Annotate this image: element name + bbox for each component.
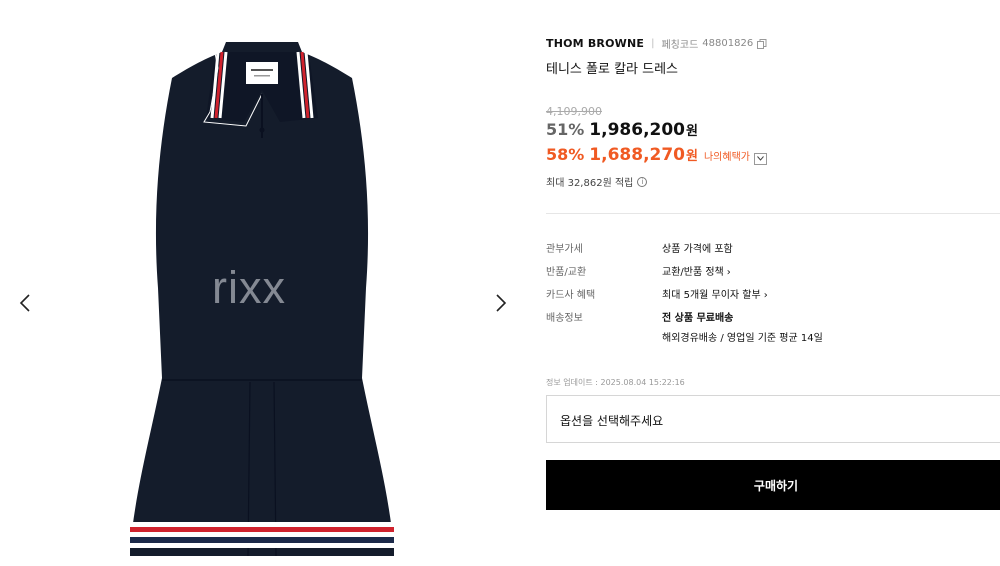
points-text: 최대 32,862원 적립 <box>546 178 634 189</box>
product-title: 테니스 폴로 칼라 드레스 <box>546 62 678 77</box>
buy-button[interactable]: 구매하기 <box>546 460 1000 510</box>
benefit-price-row: 58% 1,688,270 원 나의혜택가 <box>546 145 767 165</box>
chevron-right-icon: › <box>763 290 768 301</box>
watermark: rixx <box>212 262 286 313</box>
spec-label: 배송정보 <box>546 313 583 324</box>
brand-link[interactable]: THOM BROWNE <box>546 37 644 50</box>
points-info: 최대 32,862원 적립 i <box>546 174 648 189</box>
separator: | <box>651 38 655 49</box>
brand-row: THOM BROWNE | 페칭코드 48801826 <box>546 36 767 51</box>
chevron-right-icon: › <box>726 267 731 278</box>
chevron-right-icon <box>496 294 507 312</box>
benefit-price: 1,688,270 <box>589 145 686 165</box>
prev-image-button[interactable] <box>13 289 37 317</box>
sale-price-row: 51% 1,986,200 원 <box>546 120 698 140</box>
spec-value: 해외경유배송 / 영업일 기준 평균 14일 <box>662 333 823 344</box>
spec-value: 전 상품 무료배송 <box>662 313 734 324</box>
original-price: 4,109,900 <box>546 105 602 118</box>
update-timestamp: 정보 업데이트 : 2025.08.04 15:22:16 <box>546 378 685 387</box>
spec-label: 반품/교환 <box>546 267 587 278</box>
card-benefit-link[interactable]: 최대 5개월 무이자 할부 › <box>662 286 768 301</box>
copy-icon[interactable] <box>757 38 767 49</box>
chevron-left-icon <box>19 294 30 312</box>
return-policy-link[interactable]: 교환/반품 정책 › <box>662 263 731 278</box>
chevron-down-icon <box>757 156 764 161</box>
sale-price: 1,986,200 <box>589 120 686 140</box>
next-image-button[interactable] <box>489 289 513 317</box>
benefit-label: 나의혜택가 <box>703 152 750 163</box>
spec-label: 카드사 혜택 <box>546 290 596 301</box>
spec-label: 관부가세 <box>546 244 583 255</box>
benefit-discount-rate: 58% <box>546 145 585 164</box>
info-icon[interactable]: i <box>637 176 648 187</box>
return-policy-label: 교환/반품 정책 <box>662 267 724 278</box>
spec-value: 상품 가격에 포함 <box>662 244 733 255</box>
product-code: 48801826 <box>702 38 754 49</box>
option-select[interactable]: 옵션을 선택해주세요 <box>546 395 1000 443</box>
code-label: 페칭코드 <box>661 40 699 51</box>
currency-unit: 원 <box>686 124 698 139</box>
benefit-toggle-button[interactable] <box>753 152 767 165</box>
product-gallery: rixx <box>0 0 520 566</box>
card-benefit-label: 최대 5개월 무이자 할부 <box>662 290 761 301</box>
discount-rate: 51% <box>546 120 585 139</box>
currency-unit: 원 <box>686 149 698 164</box>
product-info: THOM BROWNE | 페칭코드 48801826 테니스 폴로 칼라 드레… <box>546 0 1000 566</box>
divider <box>546 213 1000 214</box>
